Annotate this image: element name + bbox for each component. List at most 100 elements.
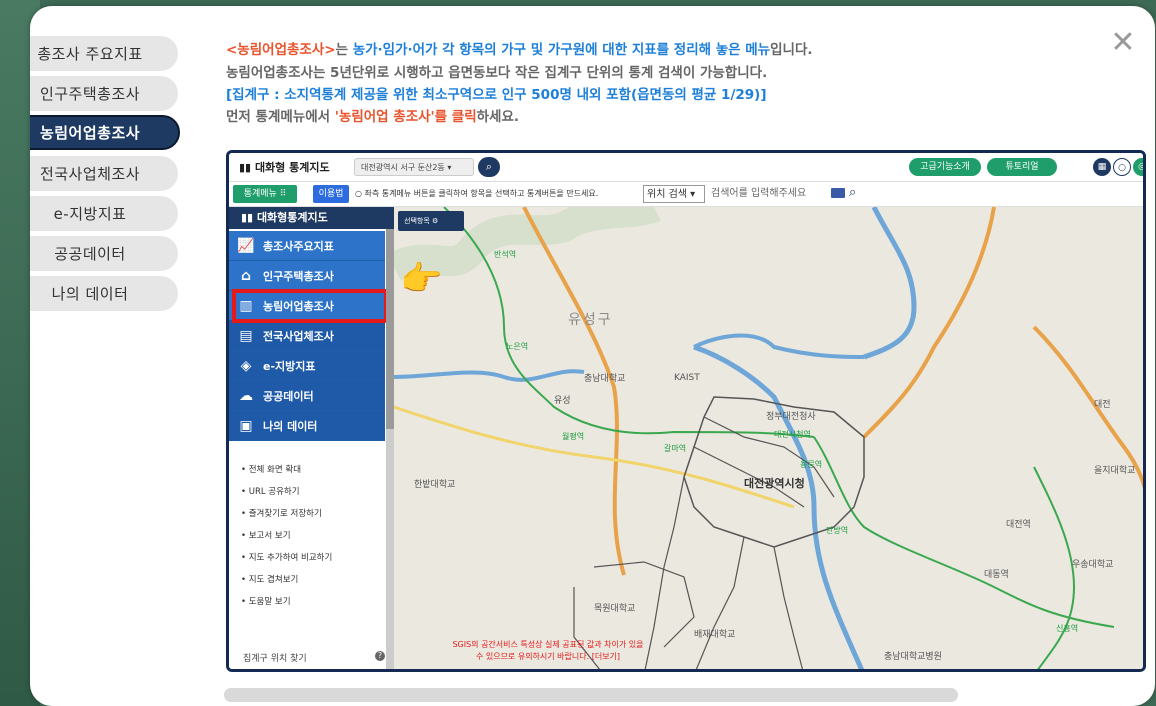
link-bookmark[interactable]: • 즐겨찾기로 저장하기 [241, 507, 322, 519]
description-line-1: <농림어업총조사>는 농가·임가·어가 각 항목의 가구 및 가구원에 대한 지… [226, 38, 813, 58]
tab-label: e-지방지표 [53, 205, 127, 223]
link-overlay-map[interactable]: • 지도 겹쳐보기 [241, 573, 298, 585]
house-icon: ⌂ [240, 267, 252, 284]
menu-item-e-regional[interactable]: ◈ e-지방지표 [229, 351, 385, 381]
region-value: 대전광역시 서구 둔산2동 [361, 163, 445, 172]
menu-item-population-housing[interactable]: ⌂ 인구주택총조사 [229, 261, 385, 291]
hint-text: 좌측 통계메뉴 버튼을 클릭하여 항목을 선택하고 통계버튼을 만드세요. [364, 189, 599, 198]
map-area[interactable]: 선택항목 ⚙ 👉 유성구 반석역 노은역 월평역 갈마역 대전시청역 용문역 탄… [394, 207, 1143, 669]
horizontal-scrollbar[interactable] [224, 688, 958, 702]
location-search-value: 위치 검색 [647, 189, 687, 200]
stats-menu-panel: ▮▮ 대화형통계지도 📈 총조사주요지표 ⌂ 인구주택총조사 ▥ 농림어업총조사 ▤ 전… [229, 207, 394, 669]
landmark-label: 을지대학교 [1094, 466, 1136, 476]
station-label: 갈마역 [664, 444, 687, 453]
cloud-icon: ☁ [239, 387, 253, 404]
menu-name-highlight: <농림어업총조사> [226, 42, 336, 58]
text: 입니다. [770, 42, 813, 58]
menu-item-label: 총조사주요지표 [263, 239, 334, 253]
ic-label: 유성 [554, 396, 571, 406]
region-icon: ◈ [240, 357, 252, 374]
globe-icon[interactable]: ○ [1113, 158, 1131, 176]
link-text: 보고서 보기 [248, 531, 291, 541]
panel-header: ▮▮ 대화형통계지도 [229, 207, 394, 229]
station-label: 노은역 [506, 342, 529, 351]
tutorial-modal: 총조사 주요지표 인구주택총조사 농림어업총조사 전국사업체조사 e-지방지표 … [30, 6, 1155, 706]
link-compare-map[interactable]: • 지도 추가하여 비교하기 [241, 551, 332, 563]
menu-item-label: e-지방지표 [263, 359, 316, 373]
stats-menu-button[interactable]: 통계메뉴 ⠿ [233, 185, 297, 203]
census-unit-note: [집계구 : 소지역통계 제공을 위한 최소구역으로 인구 500명 내외 포함… [226, 87, 767, 103]
location-search-select[interactable]: 위치 검색 ▾ [643, 185, 705, 203]
description-line-2: 농림어업총조사는 5년단위로 시행하고 읍면동보다 작은 집계구 단위의 통계 … [226, 65, 768, 81]
tab-agriculture-census[interactable]: 농림어업총조사 [30, 115, 180, 150]
close-icon[interactable]: ✕ [1108, 28, 1138, 58]
tab-population-housing-census[interactable]: 인구주택총조사 [30, 76, 178, 111]
landmark-label: 충남대학교병원 [884, 652, 942, 662]
tab-label: 인구주택총조사 [39, 85, 141, 103]
landmark-label: 충남대학교 [584, 374, 626, 384]
station-label: 용문역 [800, 460, 823, 469]
map-option-button[interactable]: 선택항목 ⚙ [398, 211, 464, 231]
link-help[interactable]: • 도움말 보기 [241, 595, 291, 607]
tab-business-census[interactable]: 전국사업체조사 [30, 156, 178, 191]
building-icon: ▤ [239, 327, 253, 344]
menu-item-total-census[interactable]: 📈 총조사주요지표 [229, 231, 385, 261]
grid-icon[interactable]: ▦ [1093, 158, 1111, 176]
station-label: 탄방역 [826, 526, 849, 535]
tab-label: 전국사업체조사 [39, 165, 141, 183]
feature-intro-button[interactable]: 고급기능소개 [909, 158, 981, 176]
menu-item-my-data[interactable]: ▣ 나의 데이터 [229, 411, 385, 441]
description-line-4: 먼저 통계메뉴에서 '농림어업 총조사'를 클릭하세요. [226, 105, 519, 125]
station-label: 신흥역 [1056, 624, 1079, 633]
app-title: ▮▮ 대화형 통계지도 [239, 161, 330, 174]
tab-e-regional-indicators[interactable]: e-지방지표 [30, 196, 178, 231]
region-select[interactable]: 대전광역시 서구 둔산2동 ▾ [354, 158, 474, 176]
tutorial-button[interactable]: 튜토리얼 [987, 158, 1057, 176]
landmark-label: 배재대학교 [694, 630, 736, 640]
app-topbar: ▮▮ 대화형 통계지도 대전광역시 서구 둔산2동 ▾ ⌕ 고급기능소개 튜토리… [229, 153, 1143, 182]
click-instruction: '농림어업 총조사'를 클릭 [334, 109, 477, 125]
census-block-finder[interactable]: 집계구 위치 찾기 [243, 651, 307, 664]
panel-scrollbar-thumb[interactable] [386, 229, 394, 429]
settings-icon[interactable]: ◎ [1133, 158, 1143, 176]
menu-item-business[interactable]: ▤ 전국사업체조사 [229, 321, 385, 351]
station-label: 대동역 [984, 570, 1009, 580]
usage-button[interactable]: 이용법 [313, 185, 349, 203]
question-icon[interactable]: ? [375, 651, 385, 661]
landmark-label: 대전광역시청 [744, 477, 805, 490]
landmark-label: 목원대학교 [594, 604, 636, 614]
menu-item-public-data[interactable]: ☁ 공공데이터 [229, 381, 385, 411]
keyboard-icon[interactable] [831, 188, 845, 198]
landmark-label: 우송대학교 [1072, 560, 1114, 570]
link-text: 지도 추가하여 비교하기 [248, 553, 333, 563]
ic-label: 대전 [1094, 400, 1111, 410]
tab-label: 공공데이터 [54, 245, 126, 263]
tab-public-data[interactable]: 공공데이터 [30, 236, 178, 271]
link-text: 도움말 보기 [248, 597, 291, 607]
station-label: 반석역 [494, 250, 517, 259]
text: 먼저 통계메뉴에서 [226, 109, 335, 125]
landmark-label: 정부대전청사 [766, 412, 816, 422]
search-input[interactable]: 검색어를 입력해주세요 [707, 185, 847, 203]
description-line-3: [집계구 : 소지역통계 제공을 위한 최소구역으로 인구 500명 내외 포함… [226, 83, 767, 103]
menu-item-label: 나의 데이터 [263, 419, 318, 433]
link-text: 지도 겹쳐보기 [248, 575, 299, 585]
menu-item-label: 전국사업체조사 [263, 329, 334, 343]
menu-item-label: 공공데이터 [263, 389, 314, 403]
link-share-url[interactable]: • URL 공유하기 [241, 485, 300, 497]
description-highlight: 농가·임가·어가 각 항목의 가구 및 가구원에 대한 지표를 정리해 놓은 메… [352, 42, 771, 58]
pointing-hand-icon: 👉 [400, 259, 443, 299]
text: 하세요. [476, 109, 520, 125]
tab-total-census-indicators[interactable]: 총조사 주요지표 [30, 36, 178, 71]
app-title-text: 대화형 통계지도 [254, 161, 330, 174]
link-text: 전체 화면 확대 [248, 465, 302, 475]
map-graphics [394, 207, 1143, 669]
landmark-label: KAIST [674, 373, 700, 383]
search-icon[interactable]: ⌕ [849, 185, 856, 200]
station-label: 월평역 [562, 432, 585, 441]
link-report[interactable]: • 보고서 보기 [241, 529, 291, 541]
link-fullscreen[interactable]: • 전체 화면 확대 [241, 463, 301, 475]
document-icon: ▣ [239, 417, 253, 434]
search-icon[interactable]: ⌕ [478, 157, 500, 177]
tab-my-data[interactable]: 나의 데이터 [30, 276, 178, 311]
